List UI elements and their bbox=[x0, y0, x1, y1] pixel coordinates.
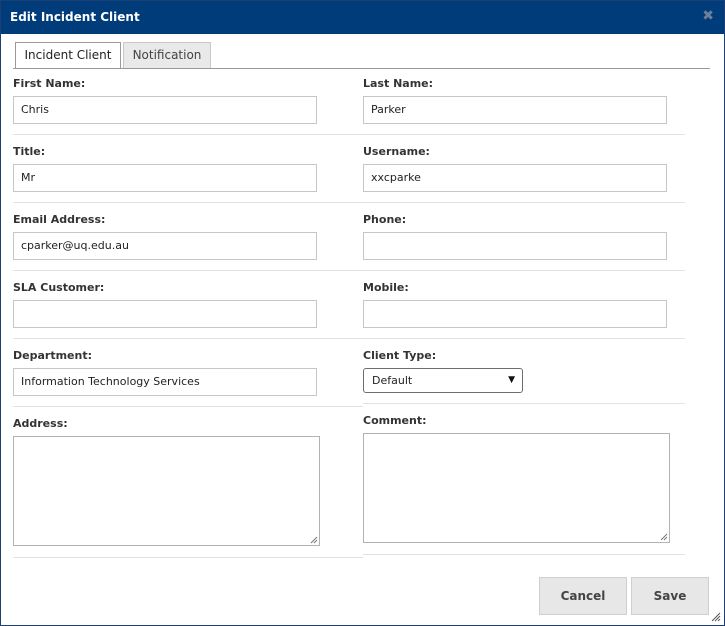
dropdown-arrow-icon: ▼ bbox=[508, 375, 515, 385]
title-label: Title: bbox=[13, 145, 46, 158]
dialog-resize-icon[interactable] bbox=[711, 612, 721, 622]
tab-notification[interactable]: Notification bbox=[123, 42, 211, 68]
phone-field[interactable] bbox=[363, 232, 667, 260]
dialog-title: Edit Incident Client bbox=[10, 10, 140, 24]
comment-label: Comment: bbox=[363, 414, 427, 427]
divider bbox=[363, 338, 685, 339]
email-label: Email Address: bbox=[13, 213, 106, 226]
divider bbox=[13, 338, 363, 339]
resize-grip-icon[interactable] bbox=[310, 536, 318, 544]
last-name-field[interactable]: Parker bbox=[363, 96, 667, 124]
divider bbox=[363, 403, 685, 404]
department-label: Department: bbox=[13, 349, 92, 362]
divider bbox=[13, 202, 363, 203]
email-field[interactable]: cparker@uq.edu.au bbox=[13, 232, 317, 260]
address-label: Address: bbox=[13, 417, 68, 430]
divider bbox=[363, 554, 685, 555]
sla-customer-field[interactable] bbox=[13, 300, 317, 328]
divider bbox=[13, 270, 363, 271]
save-button[interactable]: Save bbox=[631, 577, 709, 615]
department-field[interactable]: Information Technology Services bbox=[13, 368, 317, 396]
divider bbox=[13, 134, 363, 135]
divider bbox=[363, 134, 685, 135]
tab-incident-client[interactable]: Incident Client bbox=[15, 42, 121, 69]
divider bbox=[13, 557, 363, 558]
client-type-label: Client Type: bbox=[363, 349, 437, 362]
first-name-field[interactable]: Chris bbox=[13, 96, 317, 124]
username-field[interactable]: xxcparke bbox=[363, 164, 667, 192]
resize-grip-icon[interactable] bbox=[660, 533, 668, 541]
mobile-field[interactable] bbox=[363, 300, 667, 328]
client-type-select[interactable]: Default ▼ bbox=[363, 368, 523, 393]
close-icon[interactable]: ✖ bbox=[702, 9, 714, 23]
edit-incident-client-dialog: Edit Incident Client ✖ Incident Client N… bbox=[0, 0, 725, 626]
address-textarea[interactable] bbox=[13, 436, 320, 546]
sla-customer-label: SLA Customer: bbox=[13, 281, 105, 294]
last-name-label: Last Name: bbox=[363, 77, 434, 90]
first-name-label: First Name: bbox=[13, 77, 86, 90]
mobile-label: Mobile: bbox=[363, 281, 409, 294]
title-field[interactable]: Mr bbox=[13, 164, 317, 192]
phone-label: Phone: bbox=[363, 213, 407, 226]
comment-textarea[interactable] bbox=[363, 433, 670, 543]
divider bbox=[363, 270, 685, 271]
divider bbox=[363, 202, 685, 203]
dialog-titlebar[interactable]: Edit Incident Client ✖ bbox=[1, 1, 724, 34]
username-label: Username: bbox=[363, 145, 430, 158]
cancel-button[interactable]: Cancel bbox=[539, 577, 627, 615]
client-type-selected: Default bbox=[372, 374, 413, 387]
divider bbox=[13, 406, 363, 407]
tabs-divider bbox=[13, 68, 710, 69]
